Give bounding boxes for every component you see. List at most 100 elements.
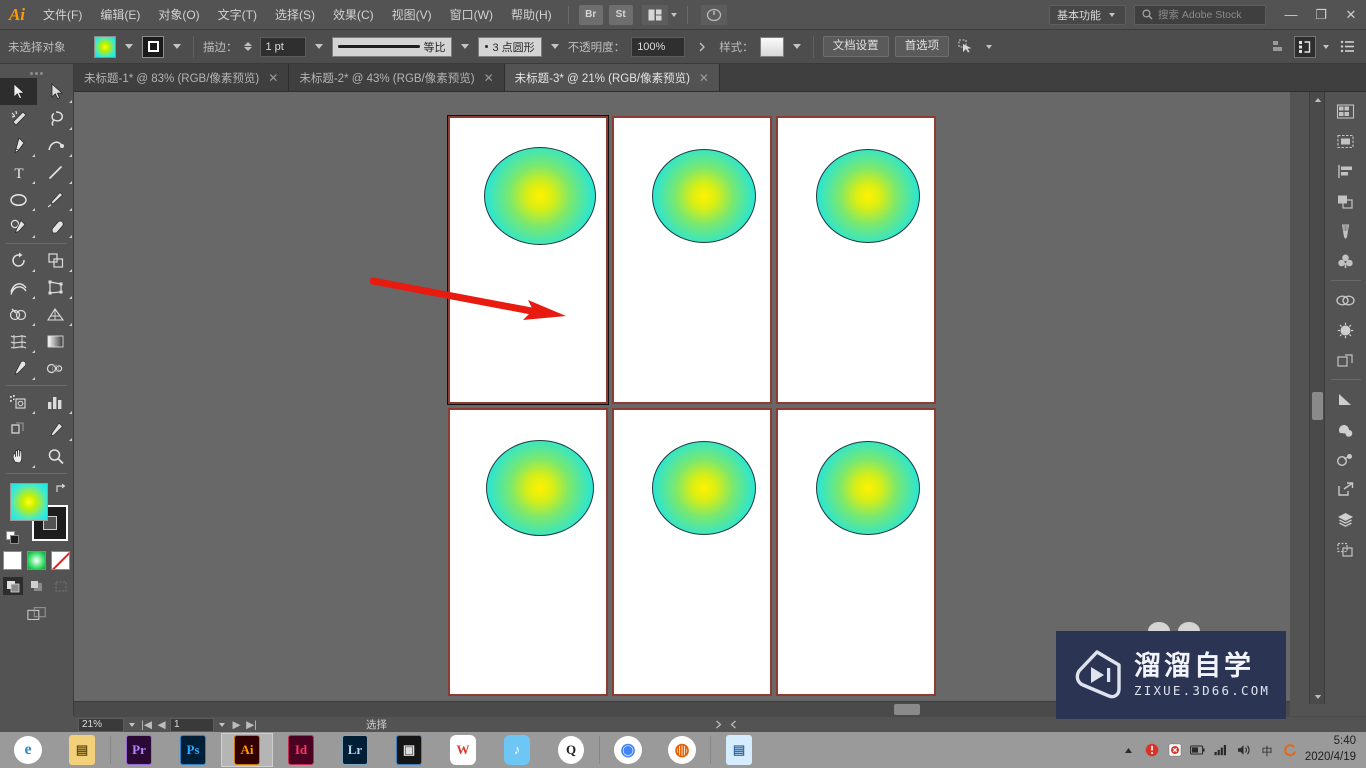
first-artboard-button[interactable]: |◀ [140,718,153,732]
color-panel-icon[interactable] [1330,96,1362,126]
taskbar-firefox[interactable]: ◍ [656,733,708,767]
select-similar-icon[interactable] [955,36,977,58]
taskbar-wps[interactable]: W [437,733,489,767]
hand-tool[interactable] [0,443,37,470]
artboard-dropdown-icon[interactable] [219,722,225,727]
slice-tool[interactable] [37,416,74,443]
stroke-color-swatch[interactable] [142,35,164,58]
export-panel-icon[interactable] [1330,474,1362,504]
graphic-style-swatch[interactable] [759,36,784,57]
close-icon[interactable]: ✕ [484,71,494,85]
gradient-tool[interactable] [37,328,74,355]
pen-tool[interactable] [0,132,37,159]
swap-fill-stroke-icon[interactable] [55,482,69,496]
arrange-documents-icon[interactable] [641,4,668,25]
menu-object[interactable]: 对象(O) [149,0,208,30]
arrange-panel-icon[interactable] [1294,35,1316,58]
taskbar-clock[interactable]: 5:40 2020/4/19 [1305,734,1356,765]
gradient-mode-button[interactable] [27,551,46,570]
document-setup-button[interactable]: 文档设置 [822,36,889,57]
taskbar-photoshop[interactable]: Ps [167,733,219,767]
ellipse-shape-3[interactable] [816,149,920,243]
brush-definition-selector[interactable]: 3 点圆形 [477,36,542,57]
status-collapse-icon[interactable] [727,718,740,732]
perspective-grid-tool[interactable] [37,301,74,328]
next-artboard-button[interactable]: ▶ [230,718,243,732]
none-mode-button[interactable] [51,551,70,570]
document-tab-1[interactable]: 未标题-1* @ 83% (RGB/像素预览) ✕ [74,64,290,91]
taskbar-video-editor[interactable]: ▣ [383,733,435,767]
sogou-icon[interactable] [1282,742,1298,758]
previous-artboard-button[interactable]: ◀ [155,718,168,732]
taskbar-premiere[interactable]: Pr [113,733,165,767]
scroll-down-icon[interactable] [1310,689,1325,704]
swatches-panel-icon[interactable] [1330,126,1362,156]
minimize-button[interactable]: — [1276,0,1306,30]
rotate-tool[interactable] [0,247,37,274]
layers-panel-icon[interactable] [1330,504,1362,534]
artboard-6[interactable] [776,408,936,696]
menu-view[interactable]: 视图(V) [383,0,441,30]
fill-dropdown-icon[interactable] [125,44,133,49]
antivirus-icon[interactable] [1167,742,1183,758]
stroke-weight-dropdown-icon[interactable] [314,44,323,49]
taskbar-file-explorer[interactable]: ▤ [56,733,108,767]
artboard-1[interactable] [448,116,608,404]
ellipse-tool[interactable] [0,186,37,213]
horizontal-scrollbar-thumb[interactable] [894,704,920,715]
shape-builder-tool[interactable] [0,301,37,328]
stock-icon[interactable]: St [608,4,633,25]
eyedropper-tool[interactable] [0,355,37,382]
restore-button[interactable]: ❐ [1306,0,1336,30]
bridge-icon[interactable]: Br [578,4,603,25]
paintbrush-tool[interactable] [37,186,74,213]
menu-file[interactable]: 文件(F) [34,0,91,30]
taskbar-illustrator[interactable]: Ai [221,733,273,767]
stroke-weight-input[interactable]: 1 pt [259,36,306,57]
graphic-styles-panel-icon[interactable] [1330,384,1362,414]
volume-icon[interactable] [1236,742,1252,758]
menu-window[interactable]: 窗口(W) [441,0,502,30]
symbols-panel-icon[interactable] [1330,246,1362,276]
column-graph-tool[interactable] [37,389,74,416]
taskbar-cloud-music[interactable]: ♪ [491,733,543,767]
draw-inside-button[interactable] [51,577,71,595]
artboard-2[interactable] [612,116,772,404]
brushes-panel-icon[interactable] [1330,216,1362,246]
align-panel-icon[interactable] [1330,156,1362,186]
eraser-tool[interactable] [37,213,74,240]
lasso-tool[interactable] [37,105,74,132]
color-mode-button[interactable] [3,551,22,570]
workspace-selector[interactable]: 基本功能 [1049,4,1126,25]
pencil-tool[interactable] [0,213,37,240]
menu-help[interactable]: 帮助(H) [502,0,561,30]
ellipse-shape-6[interactable] [816,441,920,535]
menu-edit[interactable]: 编辑(E) [91,0,149,30]
draw-normal-button[interactable] [2,577,23,595]
selection-tool[interactable] [0,78,37,105]
close-icon[interactable]: ✕ [268,71,278,85]
mesh-tool[interactable] [0,328,37,355]
zoom-level-input[interactable]: 21% [78,717,124,732]
toolbar-grip[interactable] [0,68,73,78]
type-tool[interactable]: T [0,159,37,186]
free-transform-tool[interactable] [37,274,74,301]
default-fill-stroke-icon[interactable] [6,531,20,545]
pathfinder-panel-icon[interactable] [1330,444,1362,474]
document-tab-2[interactable]: 未标题-2* @ 43% (RGB/像素预览) ✕ [289,64,505,91]
ellipse-shape-1[interactable] [484,147,596,245]
battery-icon[interactable] [1190,742,1206,758]
artboard-5[interactable] [612,408,772,696]
control-panel-menu-icon[interactable] [1336,36,1358,58]
preferences-button[interactable]: 首选项 [894,36,950,57]
line-segment-tool[interactable] [37,159,74,186]
screen-mode-button[interactable] [26,605,47,623]
vertical-scrollbar-thumb[interactable] [1312,392,1323,420]
opacity-flyout-icon[interactable] [691,36,713,58]
stroke-profile-dropdown-icon[interactable] [460,44,469,49]
document-tab-3[interactable]: 未标题-3* @ 21% (RGB/像素预览) ✕ [504,64,720,91]
transform-panel-icon[interactable] [1330,186,1362,216]
taskbar-chrome[interactable]: ◉ [602,733,654,767]
zoom-dropdown-icon[interactable] [129,722,135,727]
direct-selection-tool[interactable] [37,78,74,105]
